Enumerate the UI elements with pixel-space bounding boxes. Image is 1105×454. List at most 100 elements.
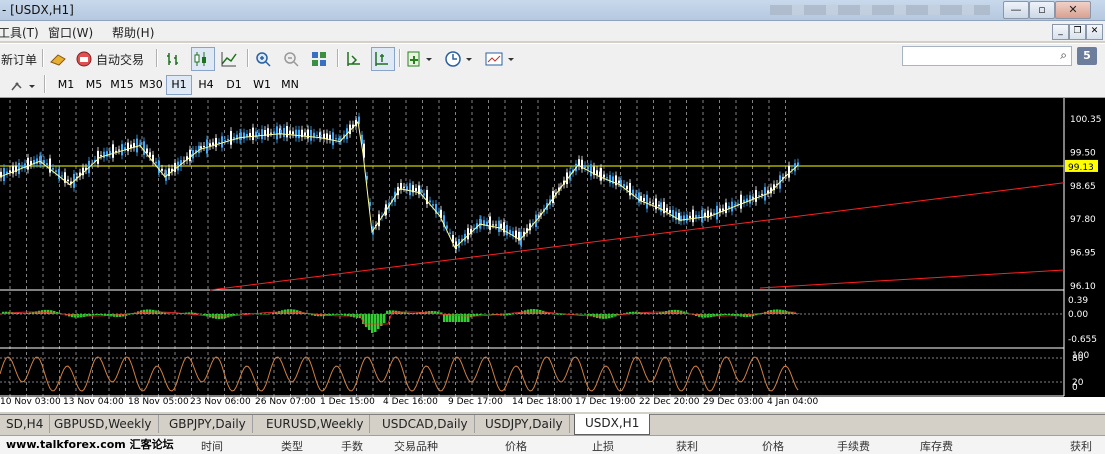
histogram-bar	[608, 314, 611, 319]
chart-tab[interactable]: USDCAD,Daily	[376, 415, 475, 433]
candle-body	[626, 185, 628, 190]
histogram-bar	[728, 314, 731, 316]
auto-trade-button[interactable]: 自动交易	[74, 47, 145, 71]
periods-dropdown[interactable]	[443, 47, 477, 71]
terminal-column-header[interactable]: 止损	[592, 438, 614, 454]
notification-badge[interactable]: 5	[1077, 47, 1097, 65]
histogram-bar	[488, 314, 491, 315]
chart-tab[interactable]: GBPUSD,Weekly	[48, 415, 159, 433]
chart-tab[interactable]: EURUSD,Weekly	[260, 415, 371, 433]
terminal-column-header[interactable]: 获利	[1070, 438, 1092, 454]
chart-shift-icon[interactable]	[343, 47, 367, 71]
terminal-column-header[interactable]: 价格	[505, 438, 527, 454]
oscillator-label: 0.39	[1068, 296, 1088, 306]
candle-body	[252, 127, 254, 141]
candle-body	[174, 162, 176, 172]
timeframe-m15[interactable]: M15	[109, 75, 135, 95]
terminal-column-header[interactable]: 时间	[201, 438, 223, 454]
terminal-column-header[interactable]: 交易品种	[394, 438, 438, 454]
candle-body	[509, 229, 511, 234]
time-label: 17 Dec 19:00	[575, 397, 636, 407]
drawing-tools-dropdown[interactable]	[8, 74, 40, 98]
terminal-column-header[interactable]: 价格	[762, 438, 784, 454]
bar-chart-icon[interactable]	[163, 47, 187, 71]
histogram-bar	[581, 314, 584, 315]
histogram-bar	[389, 310, 392, 314]
terminal-column-header[interactable]: 库存费	[920, 438, 953, 454]
mdi-minimize-button[interactable]: _	[1052, 24, 1069, 40]
line-chart-icon[interactable]	[219, 47, 243, 71]
search-icon[interactable]: ⌕	[1060, 48, 1067, 63]
timeframe-m30[interactable]: M30	[138, 75, 164, 95]
chart-tab[interactable]: USDJPY,Daily	[479, 415, 570, 433]
histogram-bar	[173, 313, 176, 315]
indicators-dropdown[interactable]	[405, 47, 437, 71]
price-chart[interactable]: 100.35 99.50 99.13 98.65 97.80 96.95 96.10 0.39…	[0, 98, 1105, 412]
candle-body	[230, 130, 232, 145]
separator	[337, 49, 339, 67]
candle-body	[310, 129, 312, 141]
candle-body	[335, 138, 337, 140]
terminal-column-header[interactable]: 获利	[676, 438, 698, 454]
histogram-bar	[653, 313, 656, 314]
candle-body	[758, 195, 760, 197]
histogram-bar	[17, 312, 20, 314]
histogram-bar	[92, 314, 95, 316]
menu-window[interactable]: 窗口(W)	[48, 24, 93, 41]
timeframe-h1[interactable]: H1	[166, 75, 192, 95]
candle-body	[409, 183, 411, 196]
close-button[interactable]: ✕	[1055, 1, 1091, 19]
candle-body	[158, 160, 160, 174]
menu-tools[interactable]: 工具(T)	[0, 24, 39, 41]
candle-body	[415, 188, 417, 192]
terminal-column-header[interactable]: 类型	[281, 438, 303, 454]
histogram-bar	[374, 314, 377, 332]
separator	[44, 75, 46, 93]
candle-body	[731, 201, 733, 212]
candle-body	[227, 138, 229, 141]
histogram-bar	[194, 312, 197, 314]
chart-tab[interactable]: GBPJPY,Daily	[163, 415, 253, 433]
timeframe-w1[interactable]: W1	[249, 75, 275, 95]
minimize-button[interactable]: —	[1003, 1, 1029, 19]
search-input[interactable]: ⌕	[902, 46, 1072, 66]
stochastic-label: 80	[1072, 354, 1084, 364]
timeframe-d1[interactable]: D1	[221, 75, 247, 95]
chart-tab[interactable]: SD,H4	[0, 415, 51, 433]
mdi-restore-button[interactable]: ❐	[1069, 24, 1086, 40]
terminal-column-header[interactable]: 手数	[341, 438, 363, 454]
zoom-in-icon[interactable]	[253, 47, 277, 71]
timeframe-h4[interactable]: H4	[193, 75, 219, 95]
candle-body	[646, 194, 648, 209]
templates-dropdown[interactable]	[483, 47, 519, 71]
zoom-out-icon[interactable]	[281, 47, 305, 71]
timeframe-m1[interactable]: M1	[53, 75, 79, 95]
menu-help[interactable]: 帮助(H)	[112, 24, 154, 41]
candlestick-icon[interactable]	[191, 47, 215, 71]
timeframe-mn[interactable]: MN	[277, 75, 303, 95]
terminal-column-header[interactable]: 手续费	[837, 438, 870, 454]
histogram-bar	[98, 314, 101, 315]
candle-body	[215, 137, 217, 148]
candle-body	[587, 166, 589, 170]
mdi-close-button[interactable]: ✕	[1086, 24, 1103, 40]
candle-body	[596, 170, 598, 175]
tile-windows-icon[interactable]	[309, 47, 333, 71]
chart-area[interactable]: 100.35 99.50 99.13 98.65 97.80 96.95 96.10 0.39…	[0, 98, 1105, 412]
histogram-bar	[293, 309, 296, 314]
candle-body	[725, 202, 727, 214]
line-studies-icon	[11, 82, 35, 91]
time-label: 29 Dec 03:00	[703, 397, 764, 407]
chart-tabs: SD,H4 GBPUSD,Weekly GBPJPY,Daily EURUSD,Wee…	[0, 414, 1105, 435]
expert-advisor-icon[interactable]	[48, 47, 72, 71]
candle-body	[298, 129, 300, 139]
new-order-button[interactable]: 新订单	[0, 47, 38, 71]
candle-body	[618, 180, 620, 184]
histogram-bar	[377, 314, 380, 329]
candle-body	[449, 232, 451, 234]
timeframe-m5[interactable]: M5	[81, 75, 107, 95]
histogram-bar	[560, 314, 563, 315]
chart-tab[interactable]: USDX,H1	[574, 414, 651, 435]
autoscroll-icon[interactable]	[371, 47, 395, 71]
maximize-button[interactable]: ▫	[1029, 1, 1055, 19]
